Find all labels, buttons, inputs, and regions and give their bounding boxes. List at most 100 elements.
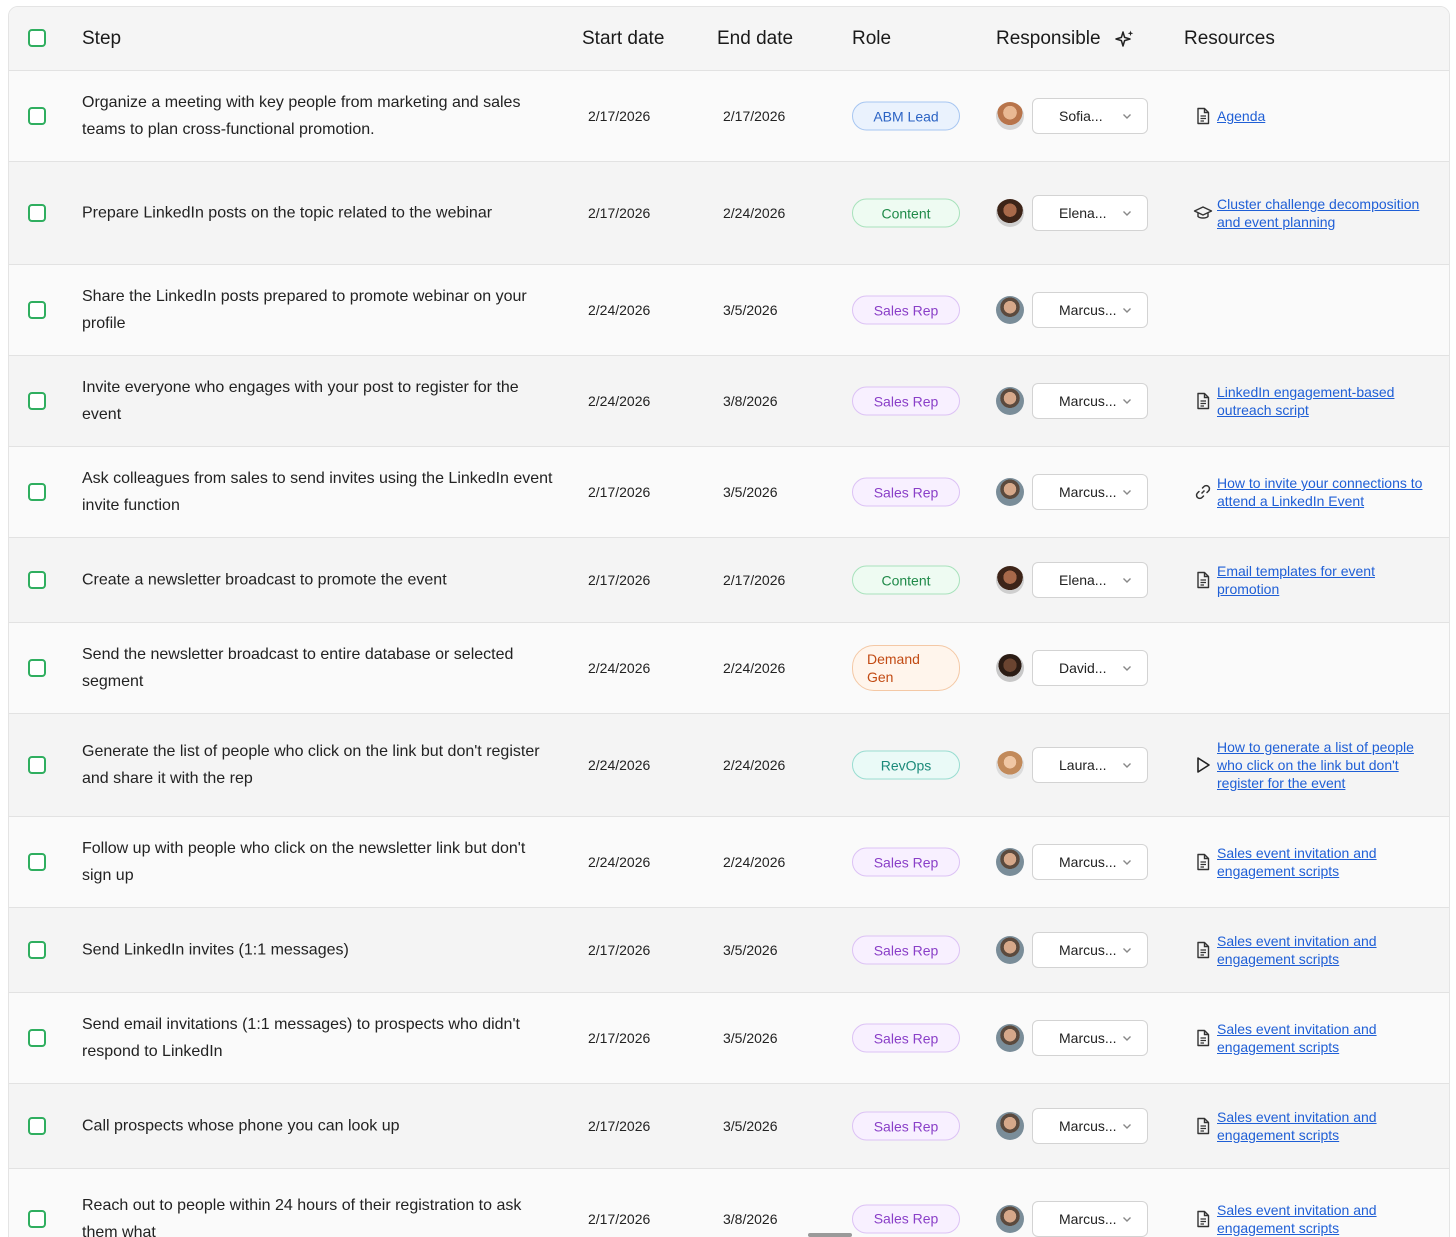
graduation-cap-icon [1193,203,1213,223]
row-checkbox[interactable] [28,1117,46,1135]
row-checkbox[interactable] [28,756,46,774]
chevron-down-icon [1123,763,1131,768]
responsible-select[interactable]: Laura... [1032,747,1148,783]
responsible-name: Marcus... [1059,484,1117,500]
table-row: Invite everyone who engages with your po… [9,356,1449,447]
resource-link[interactable]: LinkedIn engagement-based outreach scrip… [1217,383,1429,419]
row-checkbox[interactable] [28,301,46,319]
start-date: 2/24/2026 [588,393,651,409]
header-responsible[interactable]: Responsible [996,7,1135,71]
chevron-down-icon [1123,490,1131,495]
avatar [996,936,1024,964]
resource-cell: Agenda [1193,106,1429,126]
resource-link[interactable]: Sales event invitation and engagement sc… [1217,1020,1429,1056]
step-text: Follow up with people who click on the n… [82,840,526,884]
responsible-select[interactable]: Marcus... [1032,1108,1148,1144]
responsible-select[interactable]: Marcus... [1032,292,1148,328]
resource-link[interactable]: Agenda [1217,107,1429,125]
chevron-down-icon [1123,308,1131,313]
resource-link[interactable]: How to invite your connections to attend… [1217,474,1429,510]
chevron-down-icon [1123,1036,1131,1041]
responsible-name: Marcus... [1059,393,1117,409]
role-badge: Sales Rep [852,295,960,325]
link-icon [1193,482,1213,502]
step-text: Invite everyone who engages with your po… [82,379,519,423]
row-checkbox[interactable] [28,1029,46,1047]
resize-handle[interactable] [808,1233,852,1237]
responsible-select[interactable]: Elena... [1032,195,1148,231]
responsible-name: Laura... [1059,757,1107,773]
responsible-name: David... [1059,660,1107,676]
avatar [996,848,1024,876]
end-date: 2/24/2026 [723,854,786,870]
end-date: 2/24/2026 [723,660,786,676]
avatar [996,478,1024,506]
sparkle-icon[interactable] [1114,29,1135,49]
step-text: Ask colleagues from sales to send invite… [82,470,553,514]
responsible-name: Elena... [1059,572,1107,588]
select-all-checkbox[interactable] [28,29,46,47]
chevron-down-icon [1123,666,1131,671]
table-row: Send LinkedIn invites (1:1 messages) 2/17… [9,908,1449,993]
step-text: Generate the list of people who click on… [82,743,540,787]
start-date: 2/17/2026 [588,572,651,588]
document-icon [1193,570,1213,590]
step-text: Prepare LinkedIn posts on the topic rela… [82,204,493,222]
table-row: Call prospects whose phone you can look … [9,1084,1449,1169]
responsible-select[interactable]: Marcus... [1032,932,1148,968]
responsible-select[interactable]: Sofia... [1032,98,1148,134]
responsible-select[interactable]: Marcus... [1032,844,1148,880]
row-checkbox[interactable] [28,571,46,589]
row-checkbox[interactable] [28,107,46,125]
resource-link[interactable]: Sales event invitation and engagement sc… [1217,932,1429,968]
responsible-name: Marcus... [1059,1118,1117,1134]
responsible-select[interactable]: Marcus... [1032,1200,1148,1237]
header-role[interactable]: Role [852,7,891,71]
row-checkbox[interactable] [28,941,46,959]
resource-cell: Sales event invitation and engagement sc… [1193,932,1429,968]
header-start-date[interactable]: Start date [582,7,664,71]
role-badge: Sales Rep [852,477,960,507]
role-badge: Sales Rep [852,1023,960,1053]
row-checkbox[interactable] [28,483,46,501]
responsible-select[interactable]: Marcus... [1032,474,1148,510]
responsible-select[interactable]: Marcus... [1032,1020,1148,1056]
row-checkbox[interactable] [28,659,46,677]
row-checkbox[interactable] [28,392,46,410]
avatar [996,566,1024,594]
header-resources[interactable]: Resources [1184,7,1275,71]
row-checkbox[interactable] [28,853,46,871]
table-row: Generate the list of people who click on… [9,714,1449,817]
header-end-date[interactable]: End date [717,7,793,71]
end-date: 3/5/2026 [723,942,778,958]
avatar [996,102,1024,130]
chevron-down-icon [1123,1124,1131,1129]
row-checkbox[interactable] [28,204,46,222]
chevron-down-icon [1123,399,1131,404]
resource-link[interactable]: Sales event invitation and engagement sc… [1217,844,1429,880]
resource-cell: Email templates for event promotion [1193,562,1429,598]
responsible-select[interactable]: Elena... [1032,562,1148,598]
end-date: 3/8/2026 [723,393,778,409]
responsible-select[interactable]: David... [1032,650,1148,686]
resource-link[interactable]: Email templates for event promotion [1217,562,1429,598]
header-responsible-label: Responsible [996,28,1101,49]
plan-table: Step Start date End date Role Responsibl… [8,6,1450,1237]
resource-link[interactable]: How to generate a list of people who cli… [1217,738,1429,792]
table-row: Send the newsletter broadcast to entire … [9,623,1449,714]
start-date: 2/17/2026 [588,108,651,124]
resource-cell: Sales event invitation and engagement sc… [1193,1201,1429,1237]
start-date: 2/24/2026 [588,660,651,676]
document-icon [1193,852,1213,872]
row-checkbox[interactable] [28,1209,46,1228]
resource-link[interactable]: Sales event invitation and engagement sc… [1217,1201,1429,1237]
resource-link[interactable]: Cluster challenge decomposition and even… [1217,195,1429,231]
chevron-down-icon [1123,578,1131,583]
resource-link[interactable]: Sales event invitation and engagement sc… [1217,1108,1429,1144]
responsible-name: Marcus... [1059,1030,1117,1046]
responsible-select[interactable]: Marcus... [1032,383,1148,419]
start-date: 2/17/2026 [588,205,651,221]
step-text: Share the LinkedIn posts prepared to pro… [82,288,527,332]
responsible-name: Marcus... [1059,1210,1117,1227]
header-step[interactable]: Step [82,7,121,71]
